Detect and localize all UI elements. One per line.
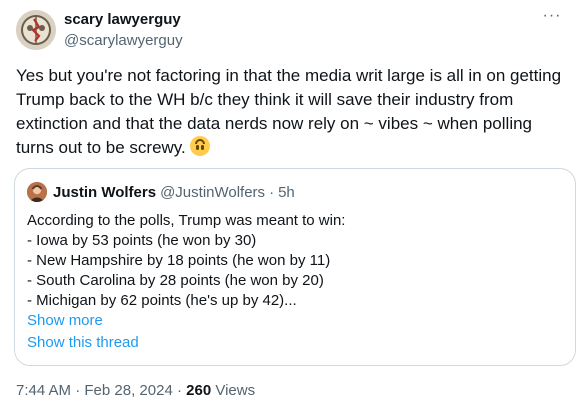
upside-down-face-emoji-icon [189, 136, 210, 156]
quote-text: According to the polls, Trump was meant … [27, 211, 563, 311]
views-count[interactable]: 260 [186, 382, 211, 399]
author-info: scary lawyerguy @scarylawyerguy [64, 10, 183, 50]
footer-separator: · [75, 382, 81, 399]
tweet: scary lawyerguy @scarylawyerguy ··· Yes … [0, 0, 578, 407]
tweet-footer: 7:44 AM · Feb 28, 2024 · 260 Views [16, 381, 255, 401]
quote-avatar[interactable] [27, 182, 47, 202]
tweet-text-container: Yes but you're not factoring in that the… [16, 64, 564, 160]
tweet-date[interactable]: Feb 28, 2024 [84, 382, 172, 399]
avatar[interactable] [16, 10, 56, 50]
quote-line: - South Carolina by 28 points (he won by… [27, 272, 324, 289]
quote-author-handle[interactable]: @JustinWolfers [160, 184, 265, 201]
quote-tweet[interactable]: Justin Wolfers @JustinWolfers · 5h Accor… [14, 168, 576, 366]
quote-separator: · [269, 183, 275, 201]
views-label: Views [215, 382, 256, 399]
tweet-text: Yes but you're not factoring in that the… [16, 66, 562, 157]
tweet-time[interactable]: 7:44 AM [16, 382, 71, 399]
quote-line: - New Hampshire by 18 points (he won by … [27, 252, 331, 269]
author-handle[interactable]: @scarylawyerguy [64, 31, 183, 50]
quote-line: - Michigan by 62 points (he's up by 42).… [27, 292, 297, 309]
quote-line: According to the polls, Trump was meant … [27, 212, 346, 229]
show-more-link[interactable]: Show more [27, 311, 103, 331]
more-horizontal-icon[interactable]: ··· [540, 8, 564, 29]
footer-separator: · [176, 382, 182, 399]
quote-time[interactable]: 5h [278, 184, 295, 201]
quote-author-name[interactable]: Justin Wolfers [53, 184, 156, 201]
quote-line: - Iowa by 53 points (he won by 30) [27, 232, 257, 249]
author-name[interactable]: scary lawyerguy [64, 10, 183, 29]
quote-header: Justin Wolfers @JustinWolfers · 5h [27, 181, 295, 203]
show-thread-link[interactable]: Show this thread [27, 333, 139, 353]
steal-your-face-skull-icon [16, 10, 56, 50]
